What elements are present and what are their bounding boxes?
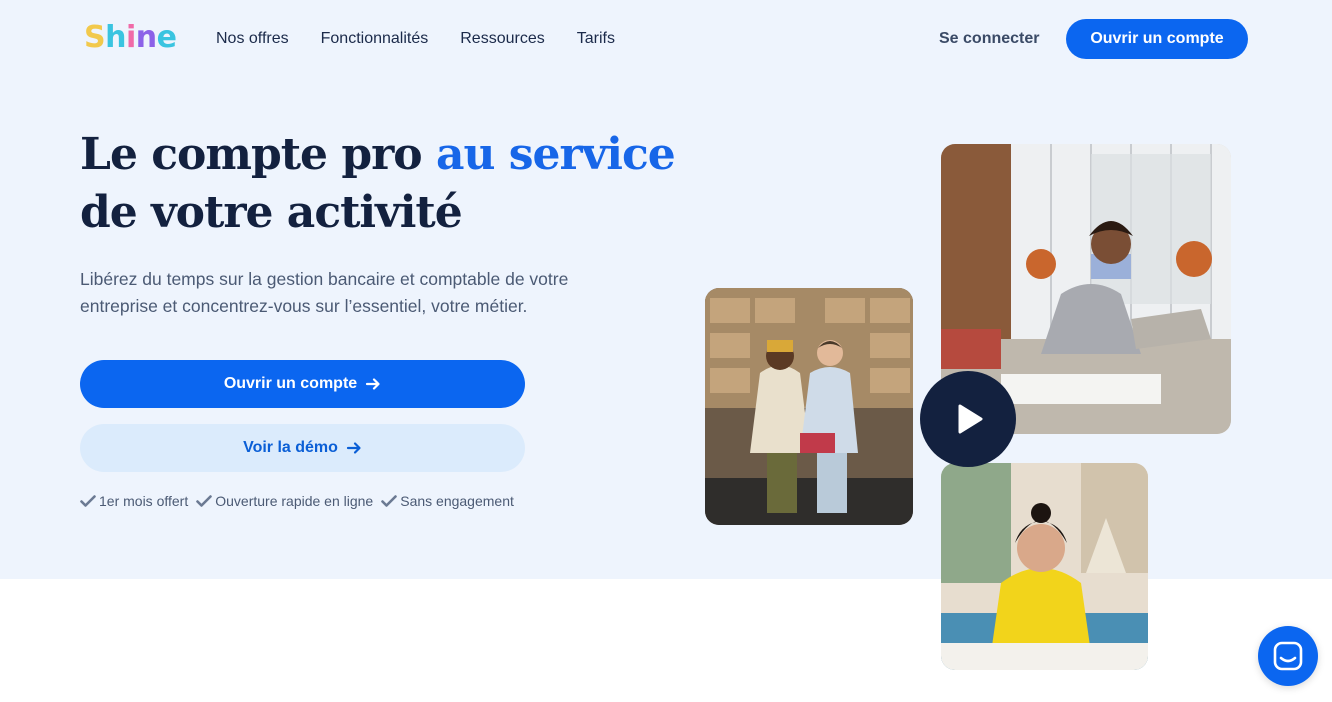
perk-label: Sans engagement: [400, 493, 514, 509]
perk-label: Ouverture rapide en ligne: [215, 493, 374, 509]
nav-item-ressources[interactable]: Ressources: [460, 28, 544, 50]
check-icon: [80, 495, 96, 507]
hero-title-accent: au service: [435, 129, 676, 180]
shine-logo[interactable]: S h i n e: [84, 18, 177, 58]
arrow-right-icon: [365, 376, 381, 392]
logo-letter-n: n: [135, 20, 157, 55]
view-demo-button[interactable]: Voir la démo: [80, 424, 525, 472]
nav-item-offres[interactable]: Nos offres: [216, 28, 289, 50]
hero-title-part1: Le compte pro: [80, 129, 436, 180]
open-account-label: Ouvrir un compte: [223, 375, 358, 392]
logo-letter-i: i: [125, 20, 136, 55]
logo-letter-h: h: [105, 20, 126, 55]
chat-launcher-button[interactable]: [1258, 626, 1318, 686]
perk-item: 1er mois offert: [80, 493, 188, 509]
logo-letter-s: S: [84, 20, 106, 55]
perk-label: 1er mois offert: [99, 493, 189, 509]
view-demo-label: Voir la démo: [243, 439, 338, 456]
hero-subtitle: Libérez du temps sur la gestion bancaire…: [80, 269, 569, 316]
hero-title: Le compte pro au service de votre activi…: [80, 126, 680, 242]
play-video-button[interactable]: [920, 371, 1016, 467]
chat-icon: [1273, 641, 1303, 671]
play-icon: [958, 404, 983, 434]
woman-photo: [941, 463, 1148, 670]
check-icon: [196, 495, 213, 507]
perk-item: Ouverture rapide en ligne: [196, 493, 373, 509]
header-open-account-button[interactable]: Ouvrir un compte: [1066, 19, 1248, 59]
nav-item-fonctionnalites[interactable]: Fonctionnalités: [321, 28, 429, 50]
warehouse-photo: [705, 288, 913, 525]
check-icon: [381, 495, 398, 507]
perks-list: 1er mois offert Ouverture rapide en lign…: [80, 493, 514, 509]
hero-title-part2: de votre activité: [80, 187, 463, 238]
login-link[interactable]: Se connecter: [939, 28, 1039, 50]
arrow-right-icon: [346, 440, 362, 456]
perk-item: Sans engagement: [381, 493, 514, 509]
nav-item-tarifs[interactable]: Tarifs: [577, 28, 615, 50]
open-account-button[interactable]: Ouvrir un compte: [80, 360, 525, 408]
logo-letter-e: e: [156, 20, 177, 55]
main-nav: Nos offres Fonctionnalités Ressources Ta…: [216, 28, 615, 50]
